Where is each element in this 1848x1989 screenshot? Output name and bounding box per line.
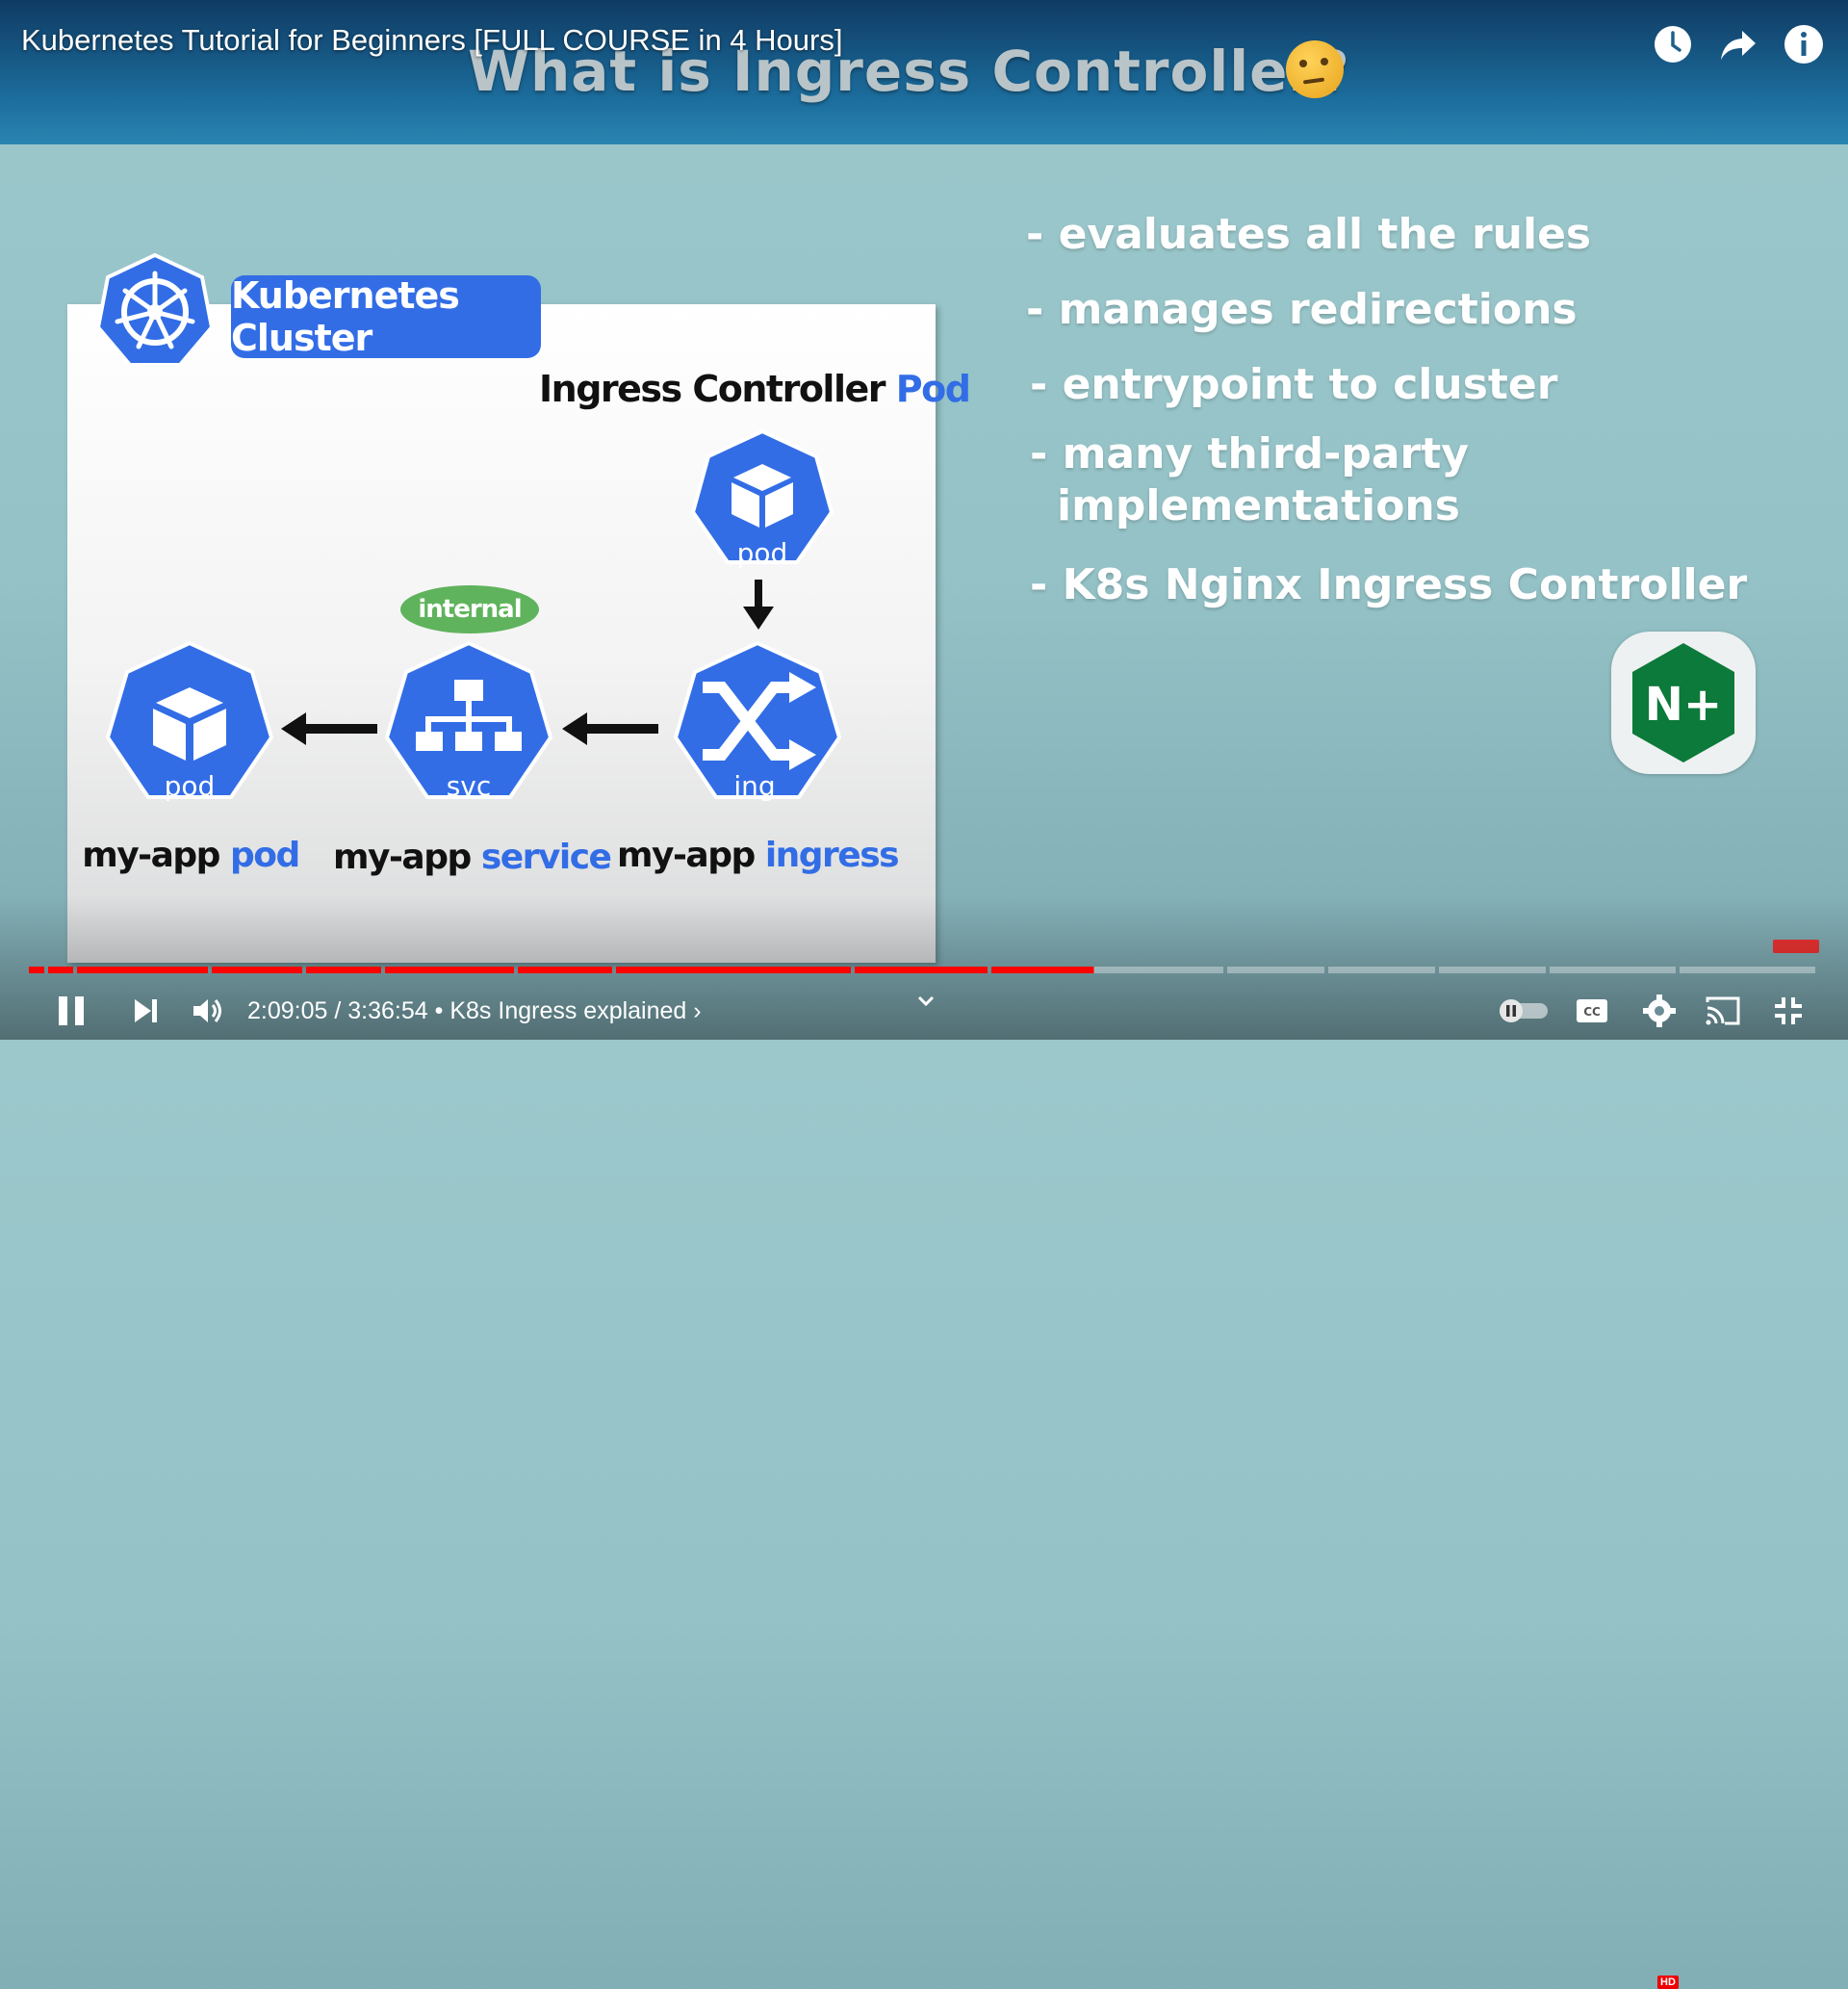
cluster-label: Kubernetes Cluster [231, 274, 541, 359]
controller-label-main: Ingress Controller [539, 368, 886, 410]
left-arrow-icon [562, 712, 658, 745]
left-arrow-icon [281, 712, 377, 745]
chapter-segment[interactable] [385, 967, 514, 973]
volume-button[interactable] [191, 992, 225, 1030]
next-button[interactable] [129, 992, 162, 1030]
chapter-title: K8s Ingress explained [449, 997, 687, 1024]
chapter-segment[interactable] [77, 967, 208, 973]
resource-label-service: my-app service [333, 838, 612, 877]
gear-icon [1643, 994, 1676, 1027]
progress-bar[interactable] [29, 967, 1819, 973]
kubernetes-logo-icon [95, 252, 215, 368]
nginx-logo: N+ [1611, 632, 1756, 774]
nginx-logo-text: N+ [1645, 678, 1722, 732]
next-icon [135, 999, 157, 1022]
resource-name: my-app [333, 838, 472, 877]
chapter-segment[interactable] [1680, 967, 1815, 973]
volume-icon [193, 999, 221, 1022]
cast-button[interactable] [1704, 992, 1742, 1030]
settings-button[interactable] [1640, 992, 1679, 1030]
bullet-item: - manages redirections [1026, 285, 1578, 334]
bullet-item: - K8s Nginx Ingress Controller [1030, 560, 1748, 609]
video-title[interactable]: Kubernetes Tutorial for Beginners [FULL … [21, 23, 842, 58]
pause-button[interactable] [54, 992, 89, 1030]
chapter-segment[interactable] [48, 967, 73, 973]
thinking-face-icon [1286, 40, 1344, 98]
bullet-item: - evaluates all the rules [1026, 210, 1592, 259]
chapter-segment[interactable] [1439, 967, 1546, 973]
chevron-down-icon [917, 995, 935, 1007]
control-bar: 2:09:05 / 3:36:54 • K8s Ingress explaine… [0, 982, 1848, 1989]
controller-pod-icon-label: pod [736, 537, 788, 569]
resource-kind: ingress [764, 836, 900, 875]
share-icon [1721, 31, 1756, 60]
chapter-segment[interactable] [855, 967, 988, 973]
resource-kind: pod [230, 836, 300, 875]
chapter-separator: • [434, 997, 444, 1024]
chapter-segment[interactable] [306, 967, 381, 973]
internal-badge: internal [400, 585, 539, 633]
exit-fullscreen-button[interactable] [1771, 992, 1806, 1030]
time-display: 2:09:05 / 3:36:54 [247, 997, 428, 1024]
bullet-item: - many third-party [1030, 429, 1469, 478]
hd-badge: HD [1657, 1976, 1679, 1989]
chapter-segment[interactable] [29, 967, 44, 973]
share-button[interactable] [1715, 21, 1761, 67]
app-pod-icon-label: pod [164, 770, 216, 802]
pause-icon [59, 996, 84, 1025]
autoplay-toggle[interactable] [1498, 992, 1550, 1030]
chapter-segment[interactable] [1328, 967, 1435, 973]
chapter-segment[interactable] [1227, 967, 1324, 973]
controller-label-accent: Pod [895, 368, 971, 410]
ingress-icon-label: ing [733, 770, 776, 802]
svg-text:CC: CC [1583, 1005, 1601, 1019]
info-icon [1784, 25, 1823, 64]
expand-chapters-button[interactable] [914, 982, 937, 1020]
bullet-item-continued: implementations [1057, 481, 1460, 530]
service-icon-label: svc [446, 770, 492, 802]
resource-name: my-app [617, 836, 756, 875]
resource-kind: service [480, 838, 612, 877]
resource-label-ingress: my-app ingress [617, 836, 900, 875]
chapter-segment[interactable] [991, 967, 1223, 973]
time-and-chapter: 2:09:05 / 3:36:54 • K8s Ingress explaine… [247, 997, 702, 1025]
chapter-segment[interactable] [616, 967, 851, 973]
exit-fullscreen-icon [1775, 997, 1802, 1024]
chapter-button[interactable]: K8s Ingress explained › [449, 997, 701, 1024]
info-button[interactable] [1781, 21, 1827, 67]
video-player[interactable]: What is Ingress Controller? Kubernetes T… [0, 0, 1848, 1989]
down-arrow-icon [743, 580, 774, 630]
captions-button[interactable]: CC [1575, 992, 1609, 1030]
cast-icon [1706, 996, 1740, 1025]
chapter-segment[interactable] [1550, 967, 1676, 973]
autoplay-toggle-icon [1500, 999, 1548, 1022]
chapter-chevron-icon: › [693, 997, 702, 1024]
ingress-controller-label: Ingress Controller Pod [539, 368, 971, 410]
clock-icon [1655, 26, 1691, 63]
chapter-segment[interactable] [212, 967, 302, 973]
resource-name: my-app [82, 836, 220, 875]
watch-later-button[interactable] [1650, 21, 1696, 67]
chapter-segment[interactable] [518, 967, 612, 973]
bullet-item: - entrypoint to cluster [1030, 360, 1558, 409]
cc-icon: CC [1577, 999, 1607, 1022]
resource-label-pod: my-app pod [56, 836, 325, 875]
